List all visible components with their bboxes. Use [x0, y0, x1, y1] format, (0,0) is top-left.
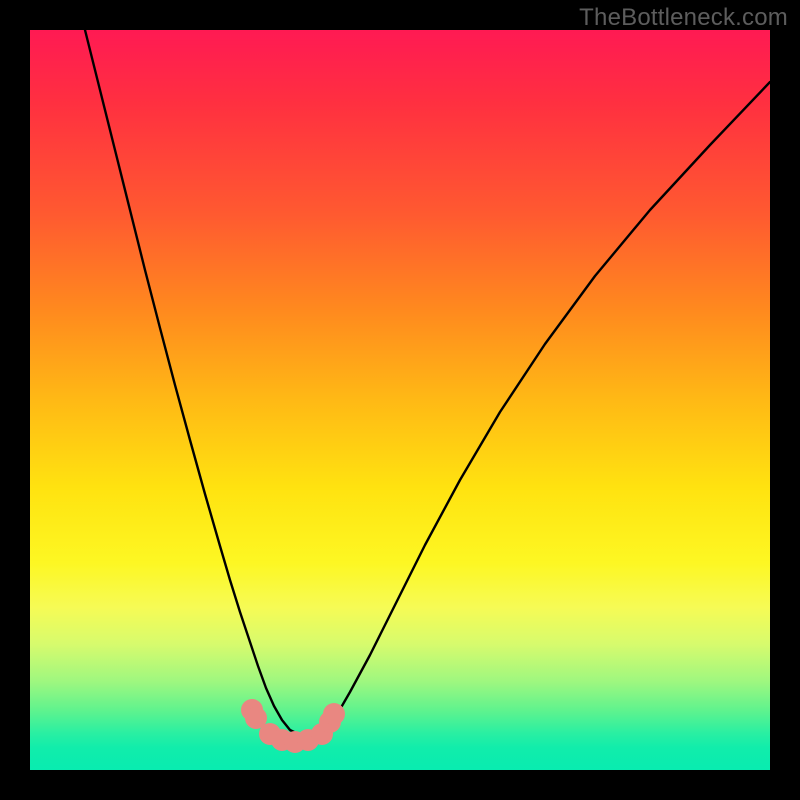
plot-area [30, 30, 770, 770]
curve-layer [30, 30, 770, 770]
bottleneck-curve [85, 30, 770, 736]
watermark-text: TheBottleneck.com [579, 4, 788, 32]
trough-point [323, 703, 345, 725]
trough-markers [241, 699, 345, 753]
chart-frame: TheBottleneck.com [0, 0, 800, 800]
